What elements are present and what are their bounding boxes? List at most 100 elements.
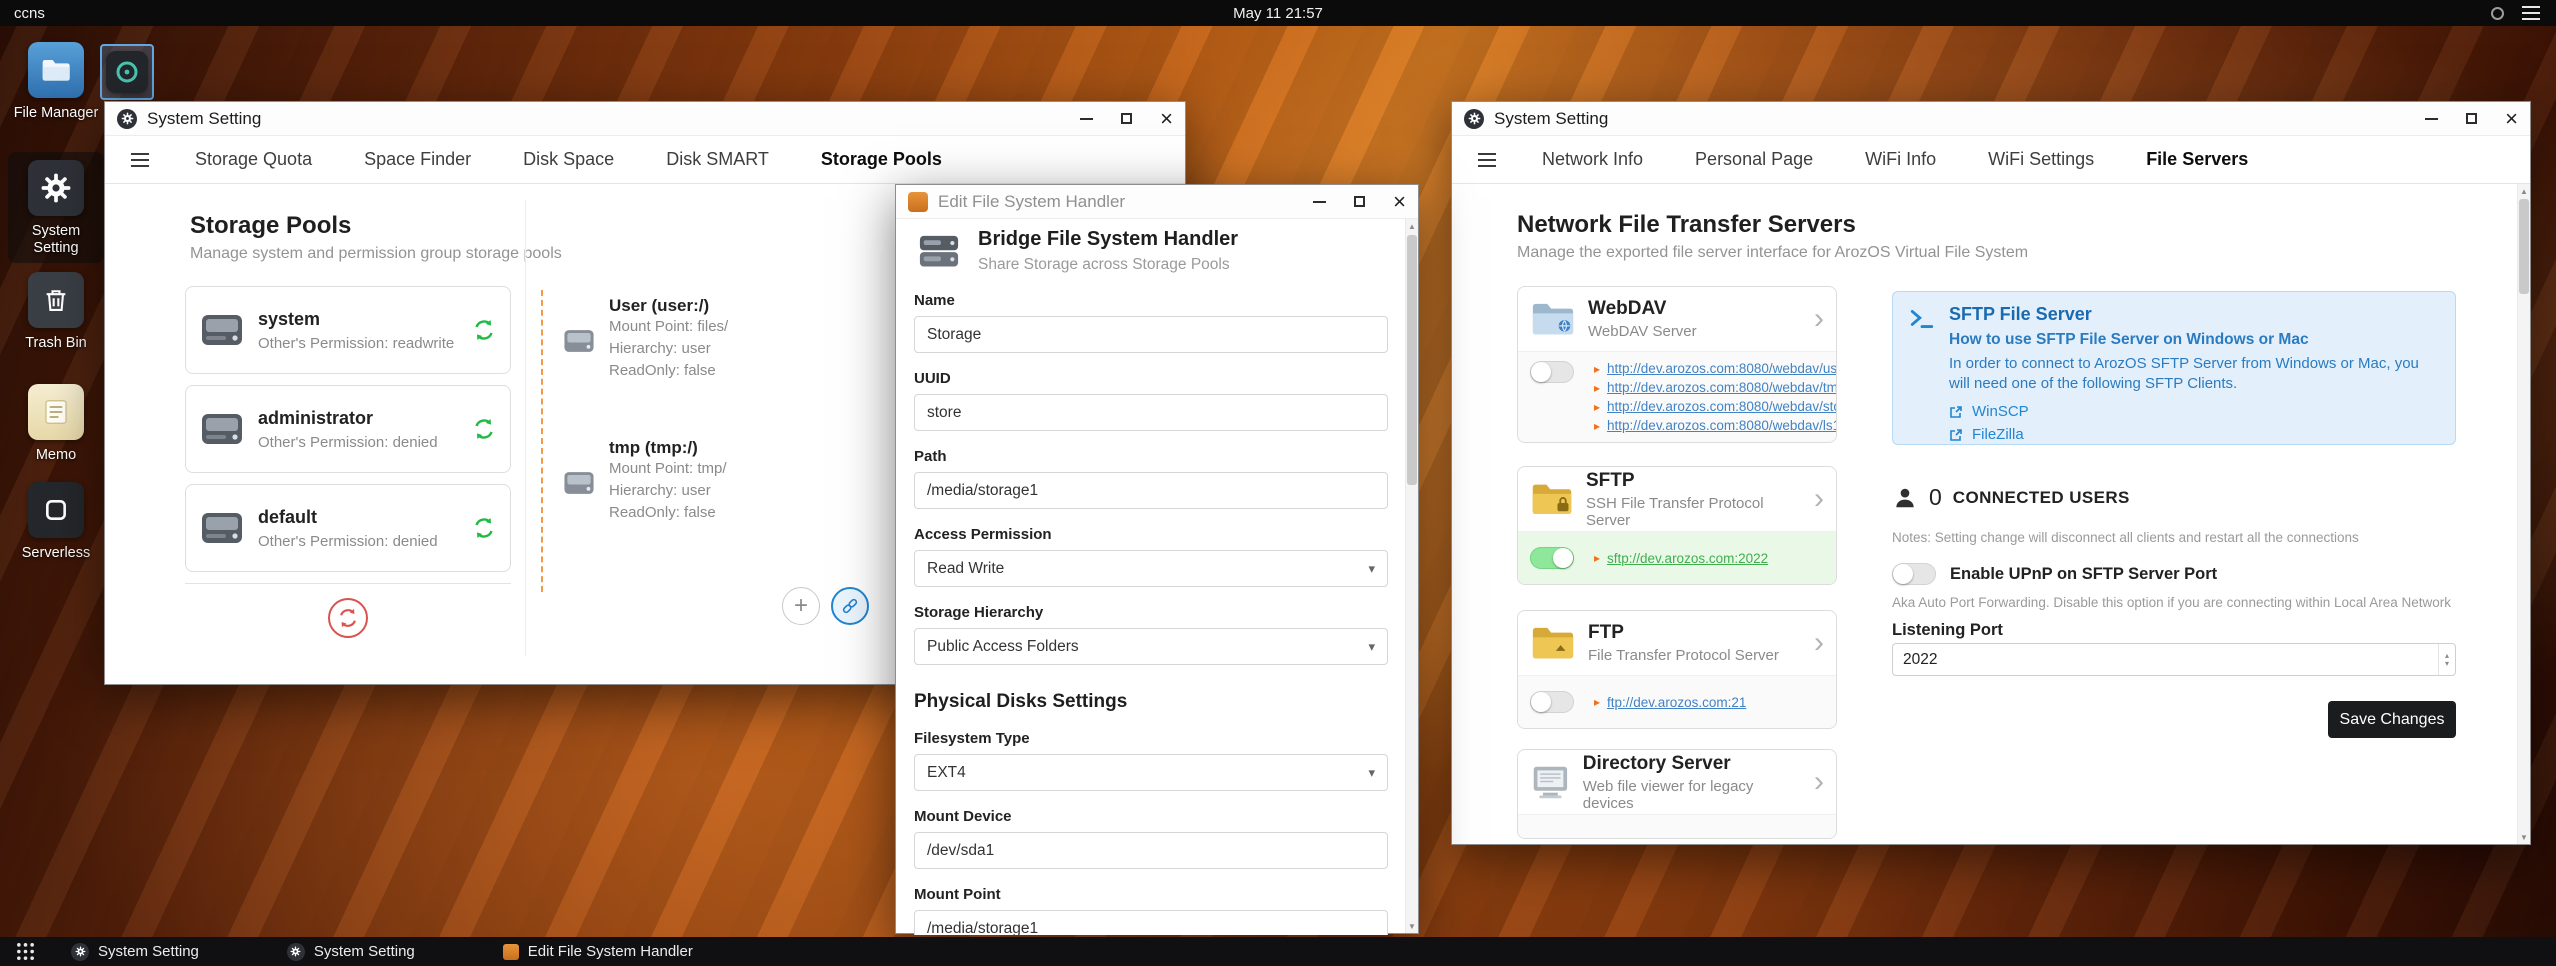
webdav-url[interactable]: http://dev.arozos.com:8080/webdav/tmp [1607,380,1836,395]
edit-handler-icon [502,943,519,960]
client-link-filezilla[interactable]: FileZilla [1949,426,2429,443]
sync-icon[interactable] [472,318,496,342]
ftp-card-header[interactable]: FTP File Transfer Protocol Server › [1518,611,1836,675]
sftp-card-header[interactable]: SFTP SSH File Transfer Protocol Server › [1518,467,1836,531]
minimize-icon[interactable] [2425,117,2439,120]
webdav-toggle[interactable] [1530,361,1574,383]
filesystem-type-select[interactable]: EXT4 ▾ [914,754,1388,791]
scroll-up-icon[interactable]: ▲ [1406,219,1418,233]
tab-disk-space[interactable]: Disk Space [497,136,640,184]
menu-icon[interactable] [1478,152,1496,167]
mount-entry-user[interactable]: User (user:/) Mount Point: files/ Hierar… [563,296,885,382]
pool-card-default[interactable]: default Other's Permission: denied [185,484,511,572]
pool-card-administrator[interactable]: administrator Other's Permission: denied [185,385,511,473]
scroll-thumb[interactable] [2519,199,2529,294]
desktop-icon-file-manager[interactable]: File Manager [8,42,104,122]
page-title: Storage Pools [190,212,352,239]
tab-disk-smart[interactable]: Disk SMART [640,136,795,184]
webdav-card-header[interactable]: WebDAV WebDAV Server › [1518,287,1836,351]
tab-bar: Storage Quota Space Finder Disk Space Di… [105,136,1185,184]
field-label-path: Path [914,448,947,465]
close-icon[interactable]: × [2505,107,2518,130]
maximize-icon[interactable] [1121,113,1133,124]
upnp-toggle[interactable] [1892,563,1936,585]
scroll-down-icon[interactable]: ▼ [2518,830,2530,844]
scroll-up-icon[interactable]: ▲ [2518,184,2530,198]
sftp-toggle[interactable] [1530,547,1574,569]
upnp-desc: Aka Auto Port Forwarding. Disable this o… [1892,595,2452,610]
tab-space-finder[interactable]: Space Finder [338,136,497,184]
chevron-right-icon[interactable]: › [1814,628,1824,658]
scrollbar[interactable]: ▲ ▼ [2517,184,2530,844]
chevron-right-icon[interactable]: › [1814,767,1824,797]
bullet-arrow-icon: ▸ [1594,551,1601,565]
listening-port-input[interactable] [1903,650,2438,669]
menu-icon[interactable] [131,152,149,167]
refresh-pools-button[interactable] [328,598,368,638]
taskbar-item-system-setting-2[interactable]: System Setting [286,942,415,961]
webdav-url[interactable]: http://dev.arozos.com:8080/webdav/store [1607,399,1836,414]
name-input[interactable] [914,316,1388,353]
sync-icon[interactable] [472,417,496,441]
tab-file-servers[interactable]: File Servers [2120,136,2274,184]
number-spinner[interactable]: ▴ ▾ [2438,644,2455,675]
tab-network-info[interactable]: Network Info [1516,136,1669,184]
tab-wifi-info[interactable]: WiFi Info [1839,136,1962,184]
tab-personal-page[interactable]: Personal Page [1669,136,1839,184]
link-handler-button[interactable] [831,587,869,625]
desktop-icon-selected[interactable] [100,44,154,100]
desktop-icon-trash-bin[interactable]: Trash Bin [8,272,104,352]
ftp-toggle[interactable] [1530,691,1574,713]
pool-card-system[interactable]: system Other's Permission: readwrite [185,286,511,374]
add-handler-button[interactable]: + [782,587,820,625]
system-menu-icon[interactable] [2522,6,2540,20]
titlebar[interactable]: Edit File System Handler × [896,185,1418,219]
sftp-url[interactable]: sftp://dev.arozos.com:2022 [1607,551,1768,566]
titlebar[interactable]: System Setting × [1452,102,2530,136]
close-icon[interactable]: × [1160,107,1173,130]
taskbar-item-edit-handler[interactable]: Edit File System Handler [502,943,693,960]
sync-icon[interactable] [472,516,496,540]
tab-storage-quota[interactable]: Storage Quota [169,136,338,184]
minimize-icon[interactable] [1080,117,1094,120]
maximize-icon[interactable] [2466,113,2478,124]
directory-card-header[interactable]: Directory Server Web file viewer for leg… [1518,750,1836,814]
pool-name: default [258,506,318,527]
pool-members-dropzone[interactable]: User (user:/) Mount Point: files/ Hierar… [541,290,885,592]
client-link-winscp[interactable]: WinSCP [1949,403,2429,420]
taskbar-item-system-setting-1[interactable]: System Setting [71,942,199,961]
close-icon[interactable]: × [1393,190,1406,213]
path-input[interactable] [914,472,1388,509]
tab-wifi-settings[interactable]: WiFi Settings [1962,136,2120,184]
scroll-down-icon[interactable]: ▼ [1406,919,1418,933]
maximize-icon[interactable] [1354,196,1366,207]
webdav-url[interactable]: http://dev.arozos.com:8080/webdav/user [1607,361,1836,376]
desktop-icon-memo[interactable]: Memo [8,384,104,464]
section-physical-disks: Physical Disks Settings [914,691,1128,712]
trash-icon [28,272,84,328]
mount-entry-tmp[interactable]: tmp (tmp:/) Mount Point: tmp/ Hierarchy:… [563,438,885,524]
access-permission-select[interactable]: Read Write ▾ [914,550,1388,587]
scrollbar[interactable]: ▲ ▼ [1405,219,1418,933]
save-changes-button[interactable]: Save Changes [2328,701,2456,738]
scroll-thumb[interactable] [1407,235,1417,485]
minimize-icon[interactable] [1313,200,1327,203]
titlebar[interactable]: System Setting × [105,102,1185,136]
desktop: ccns May 11 21:57 File Manager System Se… [0,0,2556,966]
desktop-icon-serverless[interactable]: Serverless [8,482,104,562]
app-launcher-icon[interactable] [16,942,35,961]
notification-ring-icon[interactable] [2491,6,2504,20]
tab-storage-pools[interactable]: Storage Pools [795,136,968,184]
mount-device-input[interactable] [914,832,1388,869]
webdav-url[interactable]: http://dev.arozos.com:8080/webdav/ls1 [1607,418,1836,433]
storage-hierarchy-select[interactable]: Public Access Folders ▾ [914,628,1388,665]
chevron-right-icon[interactable]: › [1814,484,1824,514]
server-name: FTP [1588,622,1624,643]
ftp-url[interactable]: ftp://dev.arozos.com:21 [1607,695,1746,710]
page-subtitle: Manage system and permission group stora… [190,245,562,262]
chevron-right-icon[interactable]: › [1814,304,1824,334]
mount-point-input[interactable] [914,910,1388,935]
uuid-input[interactable] [914,394,1388,431]
window-file-servers: System Setting × Network Info Personal P… [1451,101,2531,845]
desktop-icon-system-setting[interactable]: System Setting [8,152,104,263]
